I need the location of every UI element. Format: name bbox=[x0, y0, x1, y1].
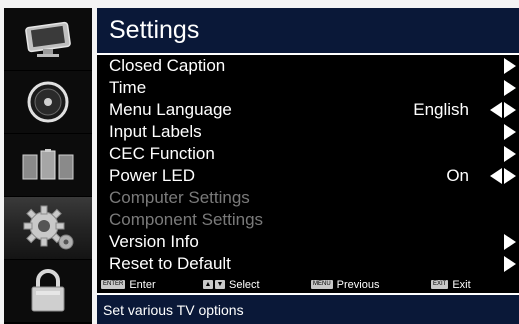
hint-enter: ENTER Enter bbox=[101, 278, 156, 291]
arrow-down-key-icon: ▼ bbox=[215, 280, 225, 289]
status-bar: Set various TV options bbox=[97, 295, 519, 324]
hint-enter-label: Enter bbox=[129, 278, 156, 291]
menu-item-label: Reset to Default bbox=[109, 254, 231, 273]
menu-item-label: Closed Caption bbox=[109, 56, 226, 75]
chevron-right-icon bbox=[504, 146, 516, 162]
menu-item-input-labels[interactable]: Input Labels bbox=[97, 121, 519, 143]
chevron-right-icon bbox=[504, 124, 516, 140]
menu-item-label: Computer Settings bbox=[109, 188, 250, 207]
menu-item-label: Menu Language bbox=[109, 100, 232, 119]
exit-key-icon: EXIT bbox=[431, 280, 449, 289]
lock-icon bbox=[31, 269, 65, 312]
menu-item-computer-settings: Computer Settings bbox=[97, 187, 519, 209]
settings-gear-icon bbox=[23, 205, 74, 250]
menu-item-value: English bbox=[413, 100, 469, 119]
menu-item-cec-function[interactable]: CEC Function bbox=[97, 143, 519, 165]
menu-item-label: Power LED bbox=[109, 166, 195, 185]
hint-exit: EXIT Exit bbox=[431, 278, 471, 291]
category-sidebar bbox=[4, 8, 92, 324]
picture-category-tile[interactable] bbox=[4, 8, 92, 70]
status-text: Set various TV options bbox=[103, 302, 244, 318]
settings-menu: Closed Caption Time Menu Language Englis… bbox=[97, 55, 519, 277]
hint-previous-label: Previous bbox=[336, 278, 380, 291]
menu-item-reset-to-default[interactable]: Reset to Default bbox=[97, 253, 519, 275]
tv-screen: Settings Closed Caption Time Menu Langua… bbox=[0, 0, 519, 324]
chevron-right-icon bbox=[504, 80, 516, 96]
menu-item-label: Input Labels bbox=[109, 122, 202, 141]
chevron-right-icon bbox=[504, 58, 516, 74]
menu-item-label: CEC Function bbox=[109, 144, 215, 163]
page-title: Settings bbox=[109, 16, 200, 44]
channels-icon bbox=[22, 149, 74, 180]
hint-select-label: Select bbox=[229, 278, 260, 291]
menu-item-closed-caption[interactable]: Closed Caption bbox=[97, 55, 519, 77]
chevron-left-icon[interactable] bbox=[490, 102, 502, 118]
hint-exit-label: Exit bbox=[452, 278, 471, 291]
menu-item-label: Component Settings bbox=[109, 210, 264, 229]
menu-item-value: On bbox=[446, 166, 469, 185]
title-bar: Settings bbox=[97, 8, 519, 55]
menu-item-time[interactable]: Time bbox=[97, 77, 519, 99]
menu-item-menu-language[interactable]: Menu Language English bbox=[97, 99, 519, 121]
chevron-right-icon[interactable] bbox=[504, 102, 516, 118]
menu-item-power-led[interactable]: Power LED On bbox=[97, 165, 519, 187]
menu-item-component-settings: Component Settings bbox=[97, 209, 519, 231]
audio-icon bbox=[27, 81, 69, 123]
chevron-right-icon[interactable] bbox=[504, 168, 516, 184]
picture-icon bbox=[25, 21, 71, 57]
hint-previous: MENU Previous bbox=[311, 278, 379, 291]
arrow-up-key-icon: ▲ bbox=[203, 280, 213, 289]
key-hint-bar: ENTER Enter ▲ ▼ Select MENU Previous EXI… bbox=[97, 277, 519, 295]
settings-panel: Settings Closed Caption Time Menu Langua… bbox=[97, 8, 519, 324]
enter-key-icon: ENTER bbox=[101, 280, 126, 289]
audio-category-tile[interactable] bbox=[4, 71, 92, 133]
chevron-right-icon bbox=[504, 234, 516, 250]
menu-item-label: Version Info bbox=[109, 232, 199, 251]
menu-item-label: Time bbox=[109, 78, 147, 97]
lock-category-tile[interactable] bbox=[4, 260, 92, 322]
settings-category-tile[interactable] bbox=[4, 197, 92, 259]
chevron-left-icon[interactable] bbox=[490, 168, 502, 184]
channels-category-tile[interactable] bbox=[4, 134, 92, 196]
hint-select: ▲ ▼ Select bbox=[203, 278, 260, 291]
chevron-right-icon bbox=[504, 256, 516, 272]
menu-key-icon: MENU bbox=[311, 280, 333, 289]
menu-item-version-info[interactable]: Version Info bbox=[97, 231, 519, 253]
